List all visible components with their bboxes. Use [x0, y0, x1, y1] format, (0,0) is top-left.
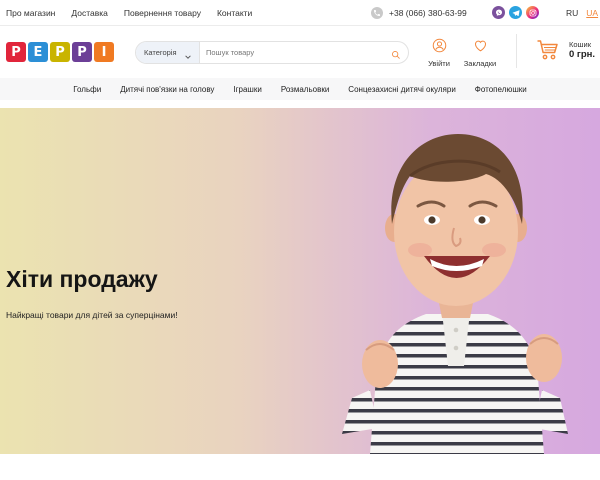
category-link-sunglasses[interactable]: Сонцезахисні дитячі окуляри: [348, 85, 456, 94]
cart-icon[interactable]: [536, 38, 560, 67]
category-select-label: Категорія: [144, 48, 177, 57]
header: P E P P I Категорія Увійти Закладки: [0, 26, 600, 78]
search-input[interactable]: [206, 45, 386, 60]
search-bar: Категорія: [135, 41, 409, 64]
cart-label: Кошик: [569, 40, 592, 49]
language-switcher: RU UA: [566, 0, 598, 26]
top-nav: Про магазин Доставка Повернення товару К…: [6, 0, 252, 26]
heart-icon: [473, 40, 488, 57]
viber-icon[interactable]: [492, 6, 505, 19]
header-divider: [516, 34, 517, 68]
category-select[interactable]: Категорія: [136, 42, 200, 63]
login-button[interactable]: Увійти: [419, 38, 459, 68]
category-link-headbands[interactable]: Дитячі пов'язки на голову: [120, 85, 214, 94]
social-links: [492, 6, 539, 19]
instagram-icon[interactable]: [526, 6, 539, 19]
logo-letter: P: [6, 42, 26, 62]
bookmarks-label: Закладки: [463, 59, 497, 68]
category-link-toys[interactable]: Іграшки: [233, 85, 261, 94]
top-link-contacts[interactable]: Контакти: [217, 8, 252, 18]
logo-letter: I: [94, 42, 114, 62]
category-link-coloring[interactable]: Розмальовки: [281, 85, 329, 94]
site-logo[interactable]: P E P P I: [6, 42, 114, 62]
telegram-icon[interactable]: [509, 6, 522, 19]
lang-ru[interactable]: RU: [566, 8, 578, 18]
category-nav: Гольфи Дитячі пов'язки на голову Іграшки…: [0, 78, 600, 100]
lang-ua[interactable]: UA: [586, 8, 598, 18]
top-bar: Про магазин Доставка Повернення товару К…: [0, 0, 600, 26]
login-label: Увійти: [428, 59, 450, 68]
top-link-returns[interactable]: Повернення товару: [124, 8, 201, 18]
hero-kid-image: [342, 134, 568, 454]
top-link-delivery[interactable]: Доставка: [71, 8, 108, 18]
user-icon: [432, 38, 447, 57]
hero-subtitle: Найкращі товари для дітей за суперцінами…: [6, 310, 178, 320]
search-icon[interactable]: [391, 47, 401, 63]
phone-contact[interactable]: +38 (066) 380-63-99: [371, 6, 467, 20]
category-link-photo-blankets[interactable]: Фотопелюшки: [475, 85, 527, 94]
phone-icon: [371, 7, 383, 19]
phone-number: +38 (066) 380-63-99: [389, 8, 467, 18]
chevron-down-icon: [184, 48, 192, 63]
top-link-about[interactable]: Про магазин: [6, 8, 55, 18]
logo-letter: E: [28, 42, 48, 62]
logo-letter: P: [50, 42, 70, 62]
cart-summary[interactable]: Кошик 0 грн.: [569, 40, 595, 60]
hero-title: Хіти продажу: [6, 266, 158, 292]
hero-banner[interactable]: Хіти продажу Найкращі товари для дітей з…: [0, 108, 600, 454]
cart-total: 0 грн.: [569, 49, 596, 60]
bookmarks-button[interactable]: Закладки: [460, 38, 500, 68]
category-link-golfs[interactable]: Гольфи: [73, 85, 101, 94]
logo-letter: P: [72, 42, 92, 62]
